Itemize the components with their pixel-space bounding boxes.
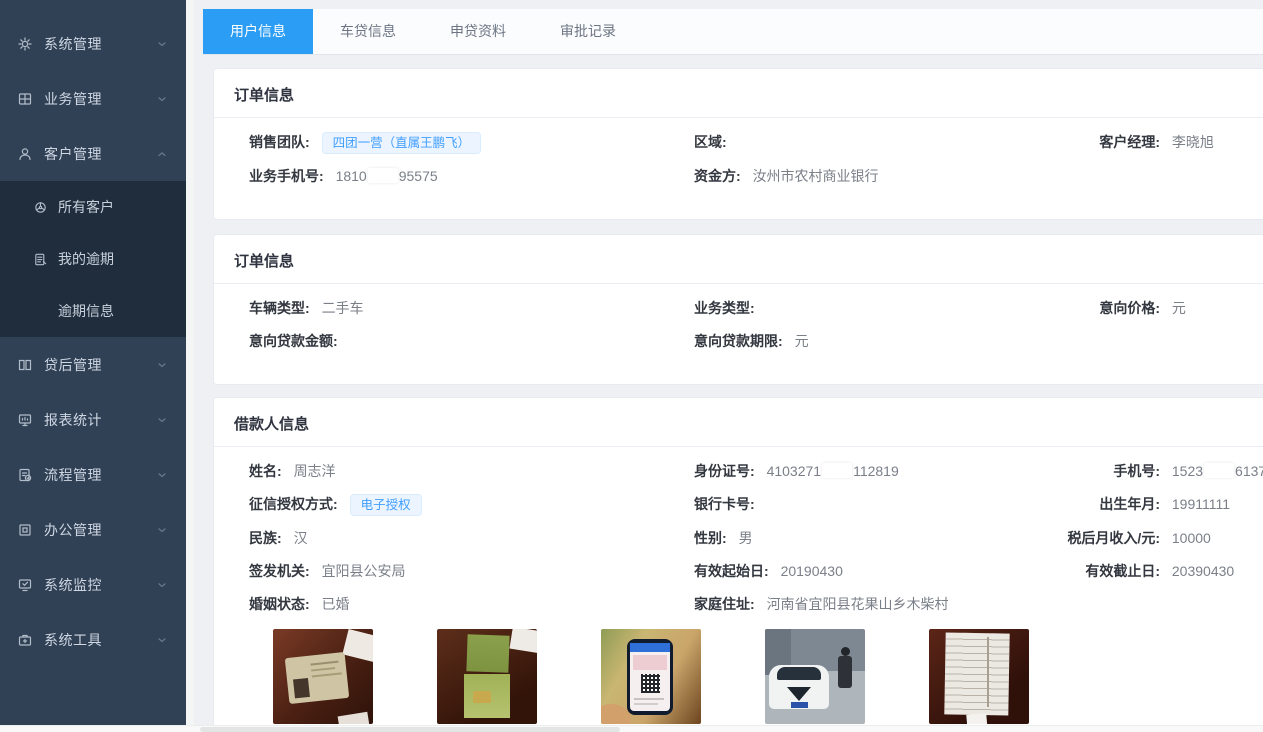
horizontal-scrollbar[interactable] bbox=[0, 725, 1263, 732]
sidebar-item-report-statistics[interactable]: 报表统计 bbox=[0, 392, 186, 447]
chevron-down-icon bbox=[156, 634, 168, 646]
tab-car-loan-info[interactable]: 车贷信息 bbox=[313, 9, 423, 54]
field-account-manager: 客户经理: 李晓旭 bbox=[1064, 126, 1263, 160]
monitor-icon bbox=[17, 412, 33, 428]
monitor-check-icon bbox=[17, 577, 33, 593]
tab-loan-application-materials[interactable]: 申贷资料 bbox=[423, 9, 533, 54]
sidebar-item-label: 报表统计 bbox=[44, 410, 156, 430]
sidebar-item-label: 贷后管理 bbox=[44, 355, 156, 375]
chevron-down-icon bbox=[156, 359, 168, 371]
sidebar-item-business-management[interactable]: 业务管理 bbox=[0, 71, 186, 126]
flow-icon bbox=[17, 467, 33, 483]
book-icon bbox=[17, 357, 33, 373]
sidebar-item-label: 流程管理 bbox=[44, 465, 156, 485]
credit-auth-tag[interactable]: 电子授权 bbox=[350, 494, 422, 516]
main-content: 用户信息 车贷信息 申贷资料 审批记录 订单信息 销售团队: 四团一营（直属王鹏… bbox=[194, 0, 1263, 725]
field-region: 区域: bbox=[694, 126, 1064, 160]
field-vehicle-type: 车辆类型: 二手车 bbox=[249, 292, 694, 325]
card-title: 订单信息 bbox=[214, 235, 1263, 284]
tab-approval-records[interactable]: 审批记录 bbox=[533, 9, 643, 54]
chevron-down-icon bbox=[156, 469, 168, 481]
sidebar-item-label: 客户管理 bbox=[44, 144, 156, 164]
field-business-type: 业务类型: bbox=[694, 292, 1064, 325]
field-valid-to: 有效截止日: 20390430 bbox=[1064, 555, 1263, 588]
sidebar-item-system-management[interactable]: 系统管理 bbox=[0, 16, 186, 71]
field-mobile: 手机号: 15236137 bbox=[1064, 455, 1263, 488]
sidebar-item-office-management[interactable]: 办公管理 bbox=[0, 502, 186, 557]
tab-user-info[interactable]: 用户信息 bbox=[203, 9, 313, 54]
chevron-down-icon bbox=[156, 524, 168, 536]
card-title: 订单信息 bbox=[214, 69, 1263, 118]
field-business-phone: 业务手机号: 181095575 bbox=[249, 160, 694, 193]
field-home-address: 家庭住址: 河南省宜阳县花果山乡木柴村 bbox=[694, 588, 1064, 621]
user-icon bbox=[17, 146, 33, 162]
field-valid-from: 有效起始日: 20190430 bbox=[694, 555, 1064, 588]
field-intended-price: 意向价格: 元 bbox=[1064, 292, 1263, 325]
chevron-down-icon bbox=[156, 38, 168, 50]
loan-intent-card: 订单信息 车辆类型: 二手车 业务类型: 意向价格: 元 意向贷款金额: bbox=[213, 234, 1263, 385]
sidebar-item-system-monitoring[interactable]: 系统监控 bbox=[0, 557, 186, 612]
sidebar-item-label: 我的逾期 bbox=[58, 249, 114, 269]
field-monthly-income: 税后月收入/元: 10000 bbox=[1064, 522, 1263, 555]
chevron-up-icon bbox=[156, 148, 168, 160]
chevron-down-icon bbox=[156, 93, 168, 105]
photo-thumbnails: 个人照 驾驶证照片 授权截图 bbox=[273, 629, 1263, 725]
field-issuing-authority: 签发机关: 宜阳县公安局 bbox=[249, 555, 694, 588]
field-funding-party: 资金方: 汝州市农村商业银行 bbox=[694, 160, 1064, 193]
driver-license-photo[interactable]: 驾驶证照片 bbox=[437, 629, 537, 725]
tab-bar: 用户信息 车贷信息 申贷资料 审批记录 bbox=[203, 9, 1263, 55]
grid-icon bbox=[17, 91, 33, 107]
borrower-info-card: 借款人信息 姓名: 周志洋 身份证号: 4103271112819 手机号: 1… bbox=[213, 397, 1263, 725]
redaction-blur bbox=[822, 463, 852, 478]
field-marital-status: 婚姻状态: 已婚 bbox=[249, 588, 694, 621]
sales-team-tag[interactable]: 四团一营（直属王鹏飞） bbox=[322, 132, 482, 154]
order-info-card: 订单信息 销售团队: 四团一营（直属王鹏飞） 区域: 客户经理: 李晓旭 业务手 bbox=[213, 68, 1263, 220]
wheel-icon bbox=[33, 200, 48, 215]
sidebar-item-label: 系统管理 bbox=[44, 34, 156, 54]
sidebar-item-all-customers[interactable]: 所有客户 bbox=[0, 181, 186, 233]
sidebar-item-system-tools[interactable]: 系统工具 bbox=[0, 612, 186, 667]
sidebar-item-customer-management[interactable]: 客户管理 bbox=[0, 126, 186, 181]
field-intended-loan-amount: 意向贷款金额: bbox=[249, 325, 694, 358]
phone-qr-screenshot-photo[interactable]: 授权截图 bbox=[601, 629, 701, 725]
report-icon bbox=[33, 252, 48, 267]
field-birth-date: 出生年月: 19911111 bbox=[1064, 488, 1263, 522]
card-title: 借款人信息 bbox=[214, 398, 1263, 447]
field-gender: 性别: 男 bbox=[694, 522, 1064, 555]
sidebar-item-postloan-management[interactable]: 贷后管理 bbox=[0, 337, 186, 392]
field-id-number: 身份证号: 4103271112819 bbox=[694, 455, 1064, 488]
sidebar-item-label: 系统监控 bbox=[44, 575, 156, 595]
field-ethnicity: 民族: 汉 bbox=[249, 522, 694, 555]
customer-management-submenu: 所有客户 我的逾期 逾期信息 bbox=[0, 181, 186, 337]
sidebar-item-overdue-info[interactable]: 逾期信息 bbox=[0, 285, 186, 337]
chevron-down-icon bbox=[156, 579, 168, 591]
sidebar-item-process-management[interactable]: 流程管理 bbox=[0, 447, 186, 502]
toolbox-icon bbox=[17, 632, 33, 648]
field-sales-team: 销售团队: 四团一营（直属王鹏飞） bbox=[249, 126, 694, 160]
redaction-blur bbox=[368, 168, 398, 183]
sidebar-item-my-overdue[interactable]: 我的逾期 bbox=[0, 233, 186, 285]
sidebar-item-label: 逾期信息 bbox=[58, 301, 114, 321]
vertical-scrollbar[interactable] bbox=[186, 0, 194, 725]
office-icon bbox=[17, 522, 33, 538]
field-credit-auth-method: 征信授权方式: 电子授权 bbox=[249, 488, 694, 522]
field-name: 姓名: 周志洋 bbox=[249, 455, 694, 488]
sidebar-item-label: 系统工具 bbox=[44, 630, 156, 650]
sidebar-item-label: 所有客户 bbox=[58, 197, 114, 217]
chevron-down-icon bbox=[156, 414, 168, 426]
id-card-photo[interactable]: 个人照 bbox=[273, 629, 373, 725]
sidebar-item-label: 业务管理 bbox=[44, 89, 156, 109]
redaction-blur bbox=[1204, 463, 1234, 478]
sidebar: 系统管理 业务管理 客户管理 所有客户 我的逾期 逾期信息 bbox=[0, 0, 186, 725]
horizontal-scrollbar-thumb[interactable] bbox=[200, 727, 620, 732]
sidebar-item-label: 办公管理 bbox=[44, 520, 156, 540]
person-with-car-photo[interactable]: 人车合影 bbox=[765, 629, 865, 725]
paper-document-photo[interactable]: 其他材料 bbox=[929, 629, 1029, 725]
gear-icon bbox=[17, 36, 33, 52]
field-intended-loan-term: 意向贷款期限: 元 bbox=[694, 325, 1064, 358]
field-bank-card: 银行卡号: bbox=[694, 488, 1064, 522]
